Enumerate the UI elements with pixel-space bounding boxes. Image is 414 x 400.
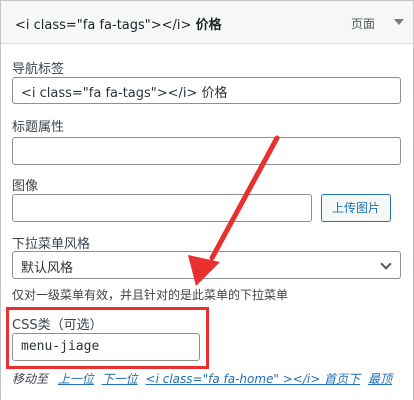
image-label: 图像: [12, 179, 39, 194]
css-class-label: CSS类（可选）: [12, 318, 103, 333]
upload-image-button[interactable]: 上传图片: [321, 194, 391, 222]
move-row: 移动至 上一位 下一位 <i class="fa fa-home" ></i> …: [12, 370, 392, 387]
dropdown-style-select[interactable]: 默认风格: [12, 251, 401, 279]
image-input[interactable]: [12, 194, 312, 222]
nav-label-label: 导航标签: [12, 62, 65, 77]
move-up-link[interactable]: 上一位: [58, 372, 94, 386]
dropdown-style-label: 下拉菜单风格: [12, 237, 91, 252]
menu-item-header[interactable]: <i class="fa fa-tags"></i> 价格 页面: [1, 0, 413, 44]
chevron-down-icon: [380, 258, 392, 270]
move-label: 移动至: [12, 372, 49, 386]
title-attr-input[interactable]: [12, 137, 401, 165]
move-under-link[interactable]: <i class="fa fa-home" ></i> 首页下: [146, 372, 361, 386]
menu-item-panel: <i class="fa fa-tags"></i> 价格 页面 导航标签 <i…: [0, 0, 414, 400]
move-top-link[interactable]: 最顶: [368, 372, 392, 386]
css-class-input[interactable]: menu-jiage: [12, 333, 200, 361]
menu-item-type: 页面: [351, 17, 376, 31]
menu-item-title: <i class="fa fa-tags"></i> 价格: [15, 14, 222, 33]
title-attr-label: 标题属性: [12, 120, 65, 135]
chevron-down-icon[interactable]: [394, 19, 404, 25]
dropdown-style-selected: 默认风格: [21, 261, 74, 276]
move-down-link[interactable]: 下一位: [102, 372, 138, 386]
nav-label-input[interactable]: <i class="fa fa-tags"></i> 价格: [12, 77, 401, 104]
menu-item-title-text: 价格: [195, 18, 222, 33]
dropdown-style-hint: 仅对一级菜单有效，并且针对的是此菜单的下拉菜单: [12, 288, 289, 302]
menu-item-title-code: <i class="fa fa-tags"></i>: [15, 18, 192, 33]
